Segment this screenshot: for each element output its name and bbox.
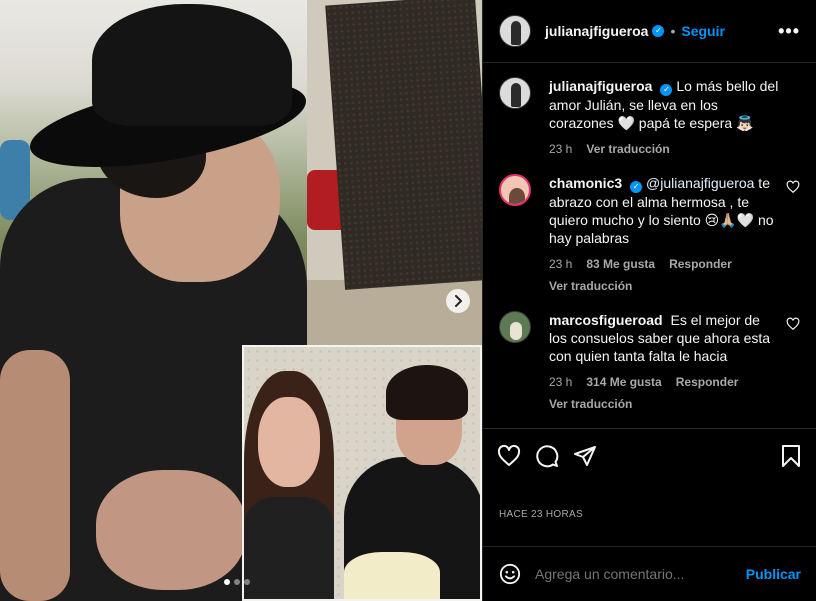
carousel-dot <box>234 579 240 585</box>
avatar[interactable] <box>499 15 531 47</box>
emoji-icon[interactable] <box>499 563 521 585</box>
verified-badge-icon: ✓ <box>660 84 673 96</box>
comment-likes[interactable]: 83 Me gusta <box>586 255 655 273</box>
avatar[interactable] <box>499 311 531 343</box>
comment-time[interactable]: 23 h <box>549 373 572 391</box>
post-side-panel: julianajfigueroa ✓ • Seguir ••• julianaj… <box>482 0 816 601</box>
comments-thread[interactable]: julianajfigueroa ✓ Lo más bello del amor … <box>483 63 816 429</box>
avatar[interactable] <box>499 174 531 206</box>
post-media-carousel[interactable] <box>0 0 482 601</box>
reply-button[interactable]: Responder <box>669 255 732 273</box>
post-actions-bar <box>483 429 816 483</box>
follow-button[interactable]: Seguir <box>681 23 725 39</box>
share-icon[interactable] <box>573 444 597 468</box>
heart-icon[interactable] <box>497 444 521 468</box>
post-author-username[interactable]: julianajfigueroa <box>545 23 648 39</box>
comment-mention[interactable]: @julianajfigueroa <box>646 175 754 191</box>
comment-like-heart-icon[interactable] <box>786 317 800 331</box>
comment-username[interactable]: chamonic3 <box>549 175 622 191</box>
publish-button[interactable]: Publicar <box>746 566 801 582</box>
translate-link[interactable]: Ver traducción <box>586 140 669 158</box>
caption: julianajfigueroa ✓ Lo más bello del amor … <box>499 77 800 158</box>
reply-button[interactable]: Responder <box>676 373 739 391</box>
comment-likes[interactable]: 314 Me gusta <box>586 373 661 391</box>
more-options-icon[interactable]: ••• <box>778 21 800 42</box>
translate-link[interactable]: Ver traducción <box>549 277 780 295</box>
comment-icon[interactable] <box>535 444 559 468</box>
bookmark-icon[interactable] <box>780 444 802 468</box>
verified-badge-icon: ✓ <box>652 25 665 37</box>
carousel-indicator <box>224 579 250 585</box>
photo-couple-at-table <box>242 345 482 601</box>
caption-username[interactable]: julianajfigueroa <box>549 78 652 94</box>
carousel-dot <box>244 579 250 585</box>
chevron-right-icon[interactable] <box>446 289 470 313</box>
comment-input[interactable] <box>535 566 746 582</box>
avatar[interactable] <box>499 77 531 109</box>
post-header: julianajfigueroa ✓ • Seguir ••• <box>483 0 816 63</box>
verified-badge-icon: ✓ <box>630 181 643 193</box>
post-timestamp[interactable]: HACE 23 HORAS <box>483 483 816 543</box>
comment-composer: Publicar <box>483 546 816 601</box>
comment-like-heart-icon[interactable] <box>786 180 800 194</box>
carousel-dot-active <box>224 579 230 585</box>
comment: chamonic3 ✓ @julianajfigueroa te abrazo c… <box>499 174 800 295</box>
separator: • <box>670 23 676 39</box>
comment-time[interactable]: 23 h <box>549 255 572 273</box>
comment-username[interactable]: marcosfigueroad <box>549 312 663 328</box>
comment: marcosfigueroad Es el mejor de los consu… <box>499 311 800 413</box>
translate-link[interactable]: Ver traducción <box>549 395 780 413</box>
caption-time[interactable]: 23 h <box>549 140 572 158</box>
